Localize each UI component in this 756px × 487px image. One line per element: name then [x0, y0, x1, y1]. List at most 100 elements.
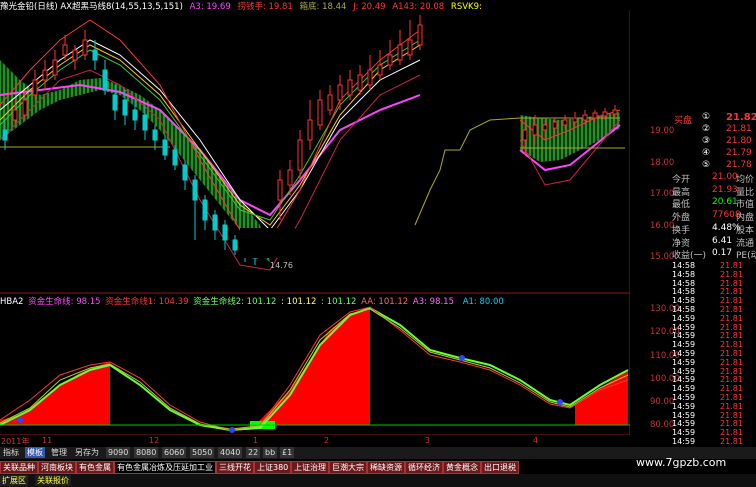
- toolbar-button[interactable]: 9090: [106, 447, 131, 458]
- toolbar-button[interactable]: 8080: [134, 447, 159, 458]
- stat-value: 21.00: [712, 172, 738, 182]
- bid-price: 21.82: [726, 112, 756, 123]
- toolbar-button[interactable]: 管理: [49, 447, 69, 458]
- tick-price: 21.81: [720, 287, 743, 297]
- tick-price: 21.81: [720, 428, 743, 438]
- tick-time: 14:59: [672, 428, 696, 438]
- candle-body: [132, 109, 138, 121]
- blue-dot-0: [17, 417, 23, 423]
- candle-body: [222, 224, 228, 241]
- tick-price: 21.81: [720, 296, 743, 306]
- stat-row: 净资 6.41 流通: [672, 236, 756, 249]
- candle-body: [387, 54, 393, 66]
- blue-dot-3: [557, 399, 563, 405]
- candle-body: [307, 119, 313, 141]
- sector-tab[interactable]: 三线开花: [216, 461, 254, 474]
- date-11: 11: [42, 436, 53, 445]
- candle-body: [182, 164, 188, 181]
- indicator-a143: A143: 20.08: [392, 2, 445, 12]
- sector-tab[interactable]: 关联品种: [0, 461, 38, 474]
- candle-body: [62, 44, 68, 56]
- candle-body: [357, 74, 363, 91]
- lower-s3: 资金生命线2: 101.12: [193, 297, 277, 307]
- tick-row: 14:58 21.81: [672, 305, 756, 314]
- blue-dot-2: [459, 355, 465, 361]
- toolbar-button[interactable]: 模板: [25, 447, 45, 458]
- sector-tab[interactable]: 有色金属: [76, 461, 114, 474]
- tick-time: 14:59: [672, 322, 696, 332]
- candle-body: [202, 199, 208, 221]
- footer-tab[interactable]: 关联报价: [35, 475, 71, 486]
- red-area-2: [255, 307, 370, 425]
- bid-price: 21.78: [726, 160, 752, 170]
- stat-value: 6.41: [712, 235, 733, 246]
- stat-row: 今开 21.00 均价: [672, 172, 756, 185]
- stat-value: 0.17: [712, 248, 733, 259]
- tick-row: 14:59 21.81: [672, 323, 756, 332]
- stat-right-label: 流通: [736, 238, 755, 249]
- stat-row: 换手 4.48% 股本: [672, 223, 756, 236]
- tick-price: 21.81: [720, 278, 743, 288]
- tick-time: 14:58: [672, 305, 696, 314]
- tick-price: 21.81: [720, 313, 743, 323]
- sector-tab[interactable]: 出口退税: [481, 461, 519, 474]
- sector-tab[interactable]: 黄金概念: [443, 461, 481, 474]
- toolbar-button[interactable]: bb: [263, 447, 278, 458]
- stat-label: 换手: [672, 225, 691, 236]
- tick-row: 14:59 21.81: [672, 375, 756, 384]
- tick-row: 14:59 21.81: [672, 411, 756, 420]
- candle-body: [112, 94, 118, 111]
- candle-body: [92, 49, 98, 61]
- toolbar-button[interactable]: 另存为: [73, 447, 101, 458]
- candle-body: [297, 139, 303, 171]
- watermark: www.7gpzb.com: [636, 456, 727, 469]
- sector-tab[interactable]: 巨潮大宗: [329, 461, 367, 474]
- tick-row: 14:59 21.81: [672, 314, 756, 323]
- sector-tab[interactable]: 河南板块: [38, 461, 76, 474]
- tick-row: 14:59 21.81: [672, 349, 756, 358]
- candle-body: [52, 59, 58, 76]
- blue-dot-1: [229, 427, 235, 433]
- sector-tab[interactable]: 上证380: [254, 461, 292, 474]
- tick-time: 14:59: [672, 375, 696, 385]
- sector-tab[interactable]: 稀缺资源: [367, 461, 405, 474]
- candle-body: [72, 49, 78, 61]
- tick-price: 21.81: [720, 437, 743, 446]
- toolbar-button[interactable]: 4040: [218, 447, 243, 458]
- tick-time: 14:59: [672, 331, 696, 341]
- tick-price: 21.81: [720, 322, 743, 332]
- candle-body: [12, 109, 18, 121]
- stat-value: 21.93: [712, 184, 738, 195]
- ma-line-2: [0, 44, 421, 226]
- sector-tab[interactable]: 有色金属冶炼及压延加工业: [114, 461, 216, 474]
- indicator-jinbao: 捞钱手: 19.81: [237, 2, 293, 12]
- candle-body: [32, 79, 38, 96]
- bid-num: ①: [702, 112, 711, 122]
- tick-row: 14:59 21.81: [672, 428, 756, 437]
- stat-right-label: 市值: [736, 200, 755, 211]
- tick-row: 14:59 21.81: [672, 340, 756, 349]
- stat-right-label: 内盘: [736, 213, 755, 224]
- toolbar-button[interactable]: £1: [280, 447, 295, 458]
- toolbar-button[interactable]: 指标: [1, 447, 21, 458]
- stock-chart[interactable]: [0, 0, 630, 435]
- lower-name: HBA2: [0, 297, 24, 307]
- tick-price: 21.81: [720, 393, 743, 402]
- toolbar-button[interactable]: 6060: [162, 447, 187, 458]
- footer-tab-bar: 扩展区 关联报价: [0, 474, 756, 487]
- candle-body: [562, 119, 568, 126]
- toolbar-button[interactable]: 22: [246, 447, 261, 458]
- bid-num: ④: [702, 148, 711, 158]
- footer-tab[interactable]: 扩展区: [0, 475, 28, 486]
- candle-body: [152, 129, 158, 141]
- sector-tab[interactable]: 上证治理: [291, 461, 329, 474]
- candle-body: [122, 99, 128, 116]
- candle-body: [592, 112, 598, 119]
- tick-row: 14:59 21.81: [672, 331, 756, 340]
- sector-tab[interactable]: 循环经济: [405, 461, 443, 474]
- tick-time: 14:59: [672, 357, 696, 367]
- candle-body: [367, 69, 373, 86]
- toolbar-button[interactable]: 5050: [190, 447, 215, 458]
- candle-body: [542, 124, 548, 131]
- candle-body: [232, 239, 238, 251]
